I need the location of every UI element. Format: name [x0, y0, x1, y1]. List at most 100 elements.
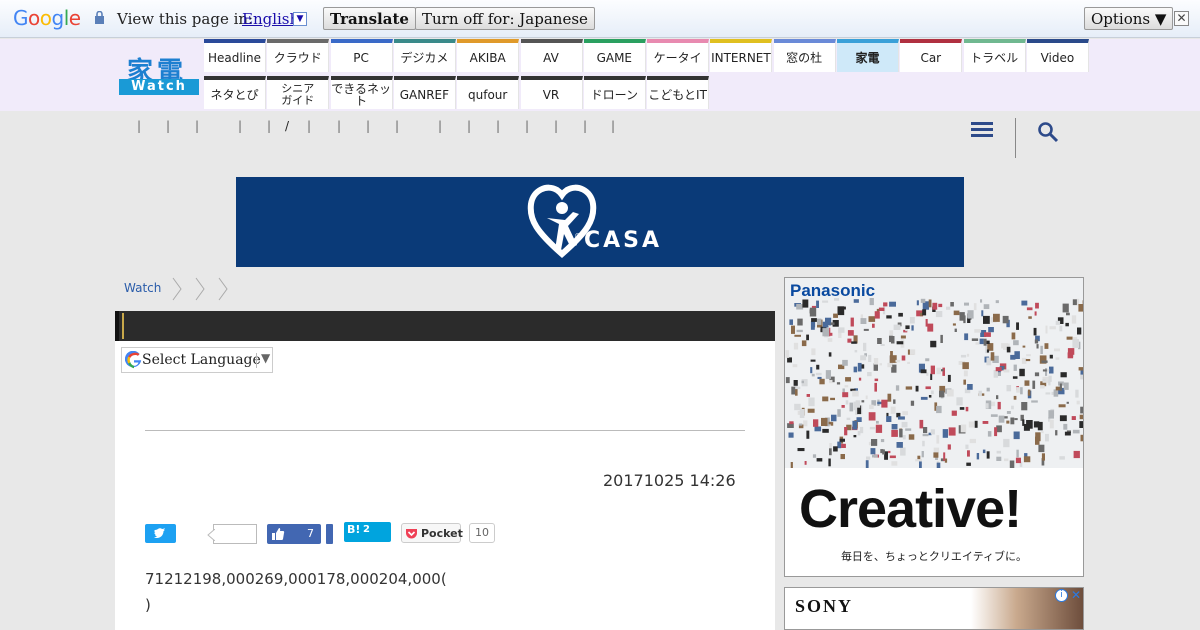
language-select[interactable]: Select Language ▼ [121, 347, 273, 373]
product-mark [811, 348, 816, 356]
product-mark [857, 430, 861, 436]
product-mark [1040, 345, 1043, 354]
nav-item[interactable]: ドローン [583, 76, 646, 109]
product-mark [978, 390, 982, 397]
product-mark [966, 353, 970, 357]
panasonic-ad[interactable]: Panasonic Creative! 毎日を、ちょっとクリエイティブに。 [784, 277, 1084, 577]
product-mark [930, 429, 935, 435]
product-mark [842, 392, 849, 398]
facebook-share-button[interactable] [326, 524, 333, 544]
nav-item[interactable]: できるネット [330, 76, 393, 109]
product-mark [910, 400, 915, 406]
product-mark [1046, 368, 1050, 372]
nav-item[interactable]: こどもとIT [647, 76, 710, 109]
search-icon[interactable] [1037, 121, 1059, 143]
subnav-separator: | [137, 119, 142, 133]
product-mark [1048, 410, 1054, 419]
nav-item[interactable]: 窓の杜 [773, 39, 836, 72]
subnav-separator: | [583, 119, 588, 133]
product-mark [829, 448, 832, 456]
ad-close-icon[interactable]: ✕ [1071, 588, 1081, 602]
product-mark [1016, 387, 1020, 393]
product-mark [855, 400, 861, 408]
nav-item[interactable]: Video [1026, 39, 1089, 72]
product-mark [933, 452, 939, 458]
product-mark [928, 299, 932, 308]
product-mark [811, 318, 817, 322]
nav-item[interactable]: AV [520, 39, 583, 72]
subnav-separator: | [166, 119, 171, 133]
product-mark [1049, 419, 1054, 429]
product-mark [1059, 415, 1067, 422]
options-button[interactable]: Options ▼ [1084, 7, 1174, 30]
product-mark [911, 325, 914, 331]
site-logo[interactable]: 家電 Watch [119, 53, 199, 95]
nav-item[interactable]: デジカメ [393, 39, 456, 72]
product-mark [889, 301, 896, 307]
language-link[interactable]: English [242, 10, 299, 28]
language-dropdown-icon[interactable]: ▼ [293, 12, 307, 26]
product-mark [887, 393, 892, 402]
product-mark [936, 435, 940, 444]
product-mark [956, 397, 963, 406]
product-mark [1006, 385, 1012, 392]
translate-button[interactable]: Translate [323, 7, 416, 30]
menu-icon[interactable] [971, 122, 993, 138]
product-mark [919, 419, 924, 429]
subnav-separator: / [285, 119, 290, 133]
product-mark [1013, 364, 1017, 371]
nav-item[interactable]: トラベル [963, 39, 1026, 72]
breadcrumb-root[interactable]: Watch [124, 281, 161, 295]
product-mark [1059, 325, 1063, 332]
product-mark [887, 362, 893, 368]
hatena-bookmark-button[interactable]: B! 2 [344, 522, 391, 542]
nav-item[interactable]: AKIBA [457, 39, 520, 72]
nav-item[interactable]: Headline [204, 39, 266, 72]
product-mark [1038, 444, 1045, 453]
product-mark [982, 449, 986, 454]
product-mark [809, 307, 817, 317]
product-mark [841, 405, 845, 408]
nav-item[interactable]: ネタとぴ [204, 76, 266, 109]
product-mark [879, 363, 882, 366]
product-mark [850, 317, 854, 327]
product-mark [797, 318, 803, 326]
google-logo-letter: o [39, 6, 52, 30]
product-mark [1040, 385, 1045, 389]
product-mark [895, 359, 901, 363]
article-date: 20171025 14:26 [603, 471, 736, 490]
nav-item[interactable]: PC [330, 39, 393, 72]
nav-item[interactable]: GAME [583, 39, 646, 72]
product-mark [1049, 354, 1053, 359]
product-mark [967, 450, 970, 457]
nav-item[interactable]: qufour [457, 76, 520, 109]
nav-item[interactable]: INTERNET [710, 39, 773, 72]
nav-item[interactable]: クラウド [267, 39, 330, 72]
product-mark [873, 358, 879, 365]
casa-banner[interactable]: ® [236, 177, 964, 267]
nav-item[interactable]: GANREF [393, 76, 456, 109]
product-mark [935, 311, 943, 318]
product-mark [811, 373, 815, 377]
product-mark [886, 315, 892, 319]
ad-info-icon[interactable]: i [1055, 589, 1068, 602]
nav-item[interactable]: 家電 [837, 39, 899, 72]
product-mark [861, 400, 865, 403]
subnav-separator: | [366, 119, 371, 133]
nav-item[interactable]: ケータイ [647, 39, 710, 72]
product-mark [994, 427, 998, 437]
facebook-count: 7 [307, 527, 314, 540]
nav-item[interactable]: VR [520, 76, 583, 109]
sony-ad[interactable]: SONY i ✕ [784, 587, 1084, 630]
nav-item[interactable]: Car [900, 39, 963, 72]
twitter-icon [154, 528, 165, 538]
product-mark [915, 459, 922, 462]
nav-item[interactable]: シニア ガイド [267, 76, 330, 109]
product-mark [942, 367, 945, 376]
twitter-share-button[interactable] [145, 524, 176, 543]
pocket-button[interactable]: Pocket [401, 523, 463, 543]
turn-off-button[interactable]: Turn off for: Japanese [415, 7, 595, 30]
close-icon[interactable]: ✕ [1174, 11, 1189, 26]
product-mark [963, 379, 966, 385]
facebook-like-button[interactable]: 7 [267, 524, 321, 544]
